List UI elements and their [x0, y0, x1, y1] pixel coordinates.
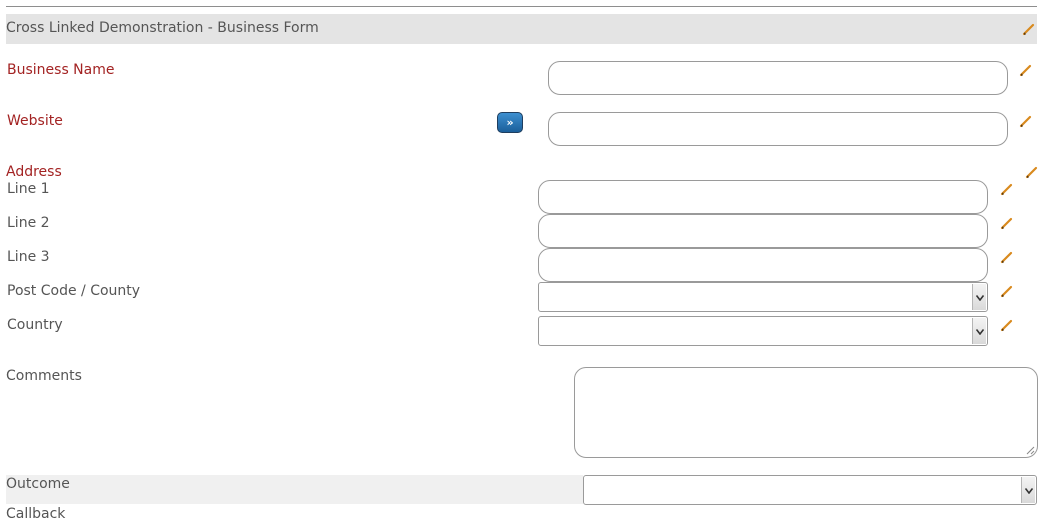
callback-label: Callback	[6, 506, 66, 522]
business-name-input[interactable]	[548, 61, 1008, 95]
country-label: Country	[7, 317, 63, 333]
business-name-label: Business Name	[7, 62, 115, 78]
pencil-icon[interactable]	[1000, 284, 1014, 298]
address-line3-input[interactable]	[538, 248, 988, 282]
pencil-icon[interactable]	[1000, 318, 1014, 332]
chevron-down-icon[interactable]	[1021, 477, 1035, 503]
website-label: Website	[7, 113, 63, 129]
comments-label: Comments	[6, 368, 82, 384]
line3-label: Line 3	[7, 249, 50, 265]
outcome-label: Outcome	[6, 476, 70, 492]
comments-textarea[interactable]	[574, 367, 1038, 458]
postcode-county-select[interactable]	[538, 282, 988, 312]
chevron-down-icon[interactable]	[972, 318, 986, 344]
outcome-row	[6, 475, 583, 504]
open-website-button[interactable]: »	[497, 112, 523, 133]
pencil-icon[interactable]	[1000, 216, 1014, 230]
pencil-icon[interactable]	[1019, 114, 1033, 128]
website-input[interactable]	[548, 112, 1008, 146]
line2-label: Line 2	[7, 215, 50, 231]
chevron-down-icon[interactable]	[972, 284, 986, 310]
line1-label: Line 1	[7, 181, 50, 197]
pencil-icon[interactable]	[1000, 182, 1014, 196]
address-line2-input[interactable]	[538, 214, 988, 248]
form-title: Cross Linked Demonstration - Business Fo…	[6, 20, 319, 36]
top-divider	[6, 6, 1037, 7]
country-select[interactable]	[538, 316, 988, 346]
pencil-icon[interactable]	[1022, 22, 1036, 36]
pencil-icon[interactable]	[1000, 250, 1014, 264]
resize-handle-icon[interactable]	[1026, 446, 1035, 455]
pencil-icon[interactable]	[1019, 63, 1033, 77]
address-label: Address	[6, 164, 62, 180]
address-line1-input[interactable]	[538, 180, 988, 214]
postcode-county-label: Post Code / County	[7, 283, 141, 299]
pencil-icon[interactable]	[1025, 165, 1039, 179]
outcome-select[interactable]	[583, 475, 1037, 505]
